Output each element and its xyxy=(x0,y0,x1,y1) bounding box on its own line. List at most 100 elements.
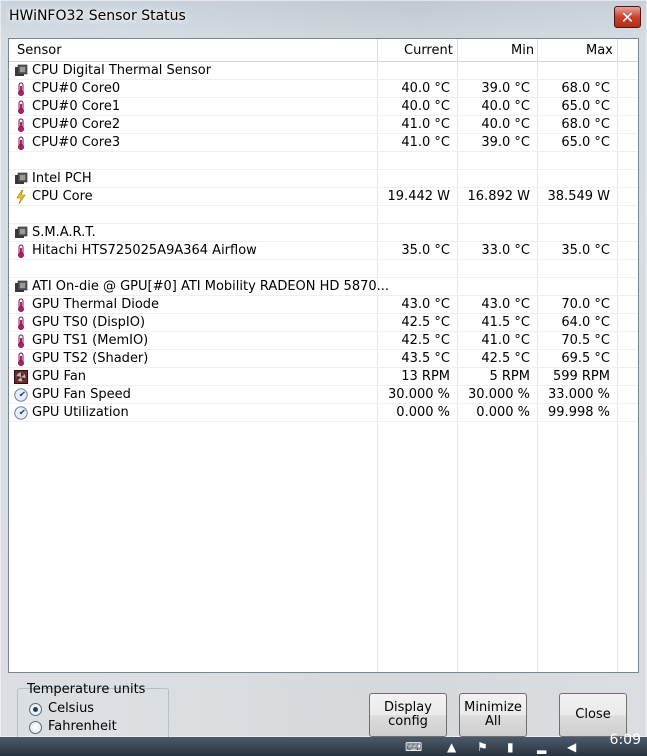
group-row[interactable]: CPU Digital Thermal Sensor xyxy=(9,62,638,80)
sensor-name: GPU Utilization xyxy=(32,405,129,420)
thermometer-icon xyxy=(14,316,28,330)
table-row[interactable]: CPU Core 19.442 W 16.892 W 38.549 W xyxy=(9,188,638,206)
sensor-name: S.M.A.R.T. xyxy=(32,225,96,240)
sensor-name: GPU Fan xyxy=(32,369,87,384)
current-value: 19.442 W xyxy=(387,189,450,204)
sensor-name: GPU Fan Speed xyxy=(32,387,131,402)
column-divider xyxy=(377,39,378,61)
sensor-name: ATI On-die @ GPU[#0] ATI Mobility RADEON… xyxy=(32,279,390,294)
thermometer-icon xyxy=(14,298,28,312)
chip-icon xyxy=(14,172,28,186)
current-value: 35.0 °C xyxy=(401,243,450,258)
sensor-name: GPU TS0 (DispIO) xyxy=(32,315,146,330)
max-value: 69.5 °C xyxy=(561,351,610,366)
display-config-label: Display config xyxy=(384,700,432,729)
min-value: 33.0 °C xyxy=(481,243,530,258)
table-row[interactable]: GPU TS2 (Shader) 43.5 °C 42.5 °C 69.5 °C xyxy=(9,350,638,368)
thermometer-icon xyxy=(14,82,28,96)
taskbar-clock[interactable]: 6:09 xyxy=(610,732,641,748)
table-row[interactable]: GPU TS0 (DispIO) 42.5 °C 41.5 °C 64.0 °C xyxy=(9,314,638,332)
celsius-radio[interactable] xyxy=(29,703,42,716)
celsius-label: Celsius xyxy=(48,701,95,716)
min-value: 30.000 % xyxy=(468,387,530,402)
min-value: 39.0 °C xyxy=(481,135,530,150)
current-value: 13 RPM xyxy=(401,369,450,384)
sensor-list[interactable]: Sensor Current Min Max CPU Digital Therm… xyxy=(8,38,639,673)
current-value: 43.0 °C xyxy=(401,297,450,312)
blank-row[interactable] xyxy=(9,260,638,278)
fahrenheit-radio[interactable] xyxy=(29,721,42,734)
close-label: Close xyxy=(575,707,611,722)
sensor-name: Intel PCH xyxy=(32,171,92,186)
bottom-controls: Temperature units Celsius Fahrenheit Dis… xyxy=(0,676,647,750)
gauge-icon xyxy=(14,406,28,420)
lightning-icon xyxy=(14,189,28,205)
table-row[interactable]: GPU Thermal Diode 43.0 °C 43.0 °C 70.0 °C xyxy=(9,296,638,314)
column-divider xyxy=(617,39,618,61)
min-value: 39.0 °C xyxy=(481,81,530,96)
window-title: HWiNFO32 Sensor Status xyxy=(9,8,186,24)
max-value: 65.0 °C xyxy=(561,135,610,150)
max-value: 65.0 °C xyxy=(561,99,610,114)
max-value: 68.0 °C xyxy=(561,81,610,96)
table-row[interactable]: CPU#0 Core2 41.0 °C 40.0 °C 68.0 °C xyxy=(9,116,638,134)
current-value: 42.5 °C xyxy=(401,333,450,348)
max-value: 70.0 °C xyxy=(561,297,610,312)
table-row[interactable]: GPU Utilization 0.000 % 0.000 % 99.998 % xyxy=(9,404,638,422)
column-header-max[interactable]: Max xyxy=(586,43,613,58)
signal-icon[interactable]: ▂ xyxy=(537,740,551,754)
chip-icon xyxy=(14,280,28,294)
current-value: 40.0 °C xyxy=(401,81,450,96)
taskbar: ⌨ ▲ ⚑ ▮ ▂ ◀ 6:09 xyxy=(0,732,647,756)
speaker-icon[interactable]: ◀ xyxy=(567,740,581,754)
blank-row[interactable] xyxy=(9,206,638,224)
table-row[interactable]: Hitachi HTS725025A9A364 Airflow 35.0 °C 33… xyxy=(9,242,638,260)
keyboard-icon[interactable]: ⌨ xyxy=(405,740,422,754)
blank-row[interactable] xyxy=(9,152,638,170)
chevron-up-icon[interactable]: ▲ xyxy=(447,740,461,754)
column-header-sensor[interactable]: Sensor xyxy=(17,43,62,58)
table-row[interactable]: GPU Fan 13 RPM 5 RPM 599 RPM xyxy=(9,368,638,386)
min-value: 5 RPM xyxy=(489,369,531,384)
max-value: 33.000 % xyxy=(548,387,610,402)
table-row[interactable]: CPU#0 Core1 40.0 °C 40.0 °C 65.0 °C xyxy=(9,98,638,116)
battery-icon[interactable]: ▮ xyxy=(507,740,521,754)
display-config-button[interactable]: Display config xyxy=(369,693,447,737)
sensor-name: Hitachi HTS725025A9A364 Airflow xyxy=(32,243,257,258)
group-row[interactable]: ATI On-die @ GPU[#0] ATI Mobility RADEON… xyxy=(9,278,638,296)
window-close-button[interactable]: ✕ xyxy=(614,6,641,28)
fan-icon xyxy=(14,370,28,384)
thermometer-icon xyxy=(14,352,28,366)
sensor-name: GPU Thermal Diode xyxy=(32,297,160,312)
sensor-name: CPU Core xyxy=(32,189,93,204)
chip-icon xyxy=(14,64,28,78)
thermometer-icon xyxy=(14,100,28,114)
column-header-min[interactable]: Min xyxy=(511,43,534,58)
table-row[interactable]: CPU#0 Core3 41.0 °C 39.0 °C 65.0 °C xyxy=(9,134,638,152)
flag-icon[interactable]: ⚑ xyxy=(477,740,491,754)
close-icon: ✕ xyxy=(620,7,635,27)
current-value: 42.5 °C xyxy=(401,315,450,330)
group-row[interactable]: Intel PCH xyxy=(9,170,638,188)
current-value: 41.0 °C xyxy=(401,135,450,150)
sensor-name: CPU#0 Core2 xyxy=(32,117,121,132)
temperature-units-label: Temperature units xyxy=(27,682,146,697)
close-button[interactable]: Close xyxy=(559,693,627,737)
sensor-name: CPU Digital Thermal Sensor xyxy=(32,63,212,78)
table-row[interactable]: GPU TS1 (MemIO) 42.5 °C 41.0 °C 70.5 °C xyxy=(9,332,638,350)
sensor-name: CPU#0 Core1 xyxy=(32,99,121,114)
max-value: 68.0 °C xyxy=(561,117,610,132)
min-value: 0.000 % xyxy=(476,405,530,420)
column-header-current[interactable]: Current xyxy=(404,43,453,58)
thermometer-icon xyxy=(14,136,28,150)
max-value: 38.549 W xyxy=(547,189,610,204)
chip-icon xyxy=(14,226,28,240)
table-row[interactable]: GPU Fan Speed 30.000 % 30.000 % 33.000 % xyxy=(9,386,638,404)
minimize-all-button[interactable]: Minimize All xyxy=(459,693,527,737)
sensor-name: GPU TS1 (MemIO) xyxy=(32,333,149,348)
table-row[interactable]: CPU#0 Core0 40.0 °C 39.0 °C 68.0 °C xyxy=(9,80,638,98)
max-value: 35.0 °C xyxy=(561,243,610,258)
sensor-status-window: HWiNFO32 Sensor Status ✕ Sensor Current … xyxy=(0,0,647,750)
group-row[interactable]: S.M.A.R.T. xyxy=(9,224,638,242)
thermometer-icon xyxy=(14,244,28,258)
